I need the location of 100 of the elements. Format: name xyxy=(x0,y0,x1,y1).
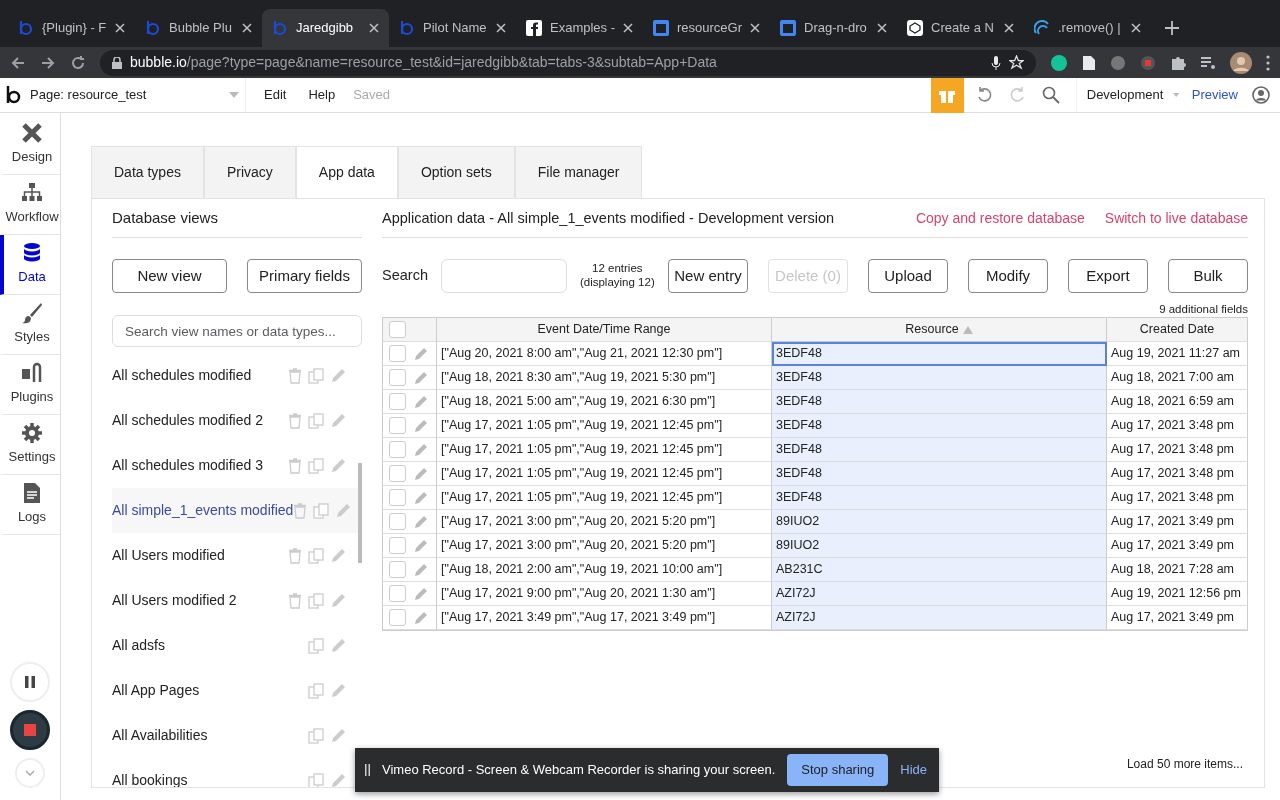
table-cell[interactable]: ["Aug 18, 2021 8:30 am","Aug 19, 2021 5:30 pm"] xyxy=(437,366,772,390)
star-icon[interactable] xyxy=(1009,55,1024,70)
column-header[interactable]: Event Date/Time Range xyxy=(437,318,772,342)
action-button[interactable]: Modify xyxy=(968,259,1048,293)
gift-button[interactable] xyxy=(930,77,964,113)
trash-icon[interactable] xyxy=(288,457,302,474)
trash-icon[interactable] xyxy=(288,547,302,564)
trash-icon[interactable] xyxy=(288,592,302,609)
puzzle-icon[interactable] xyxy=(1170,54,1186,71)
pencil-icon[interactable] xyxy=(414,586,428,601)
close-icon[interactable] xyxy=(496,23,506,33)
row-checkbox[interactable] xyxy=(389,609,406,626)
table-cell[interactable]: Aug 17, 2021 3:48 pm xyxy=(1107,486,1248,510)
view-button[interactable]: New view xyxy=(112,259,227,293)
search-field[interactable] xyxy=(440,259,567,293)
address-bar[interactable]: bubble.io/page?type=page&name=resource_test&id=jaredgibb&tab=tabs-3&subtab=App+Data xyxy=(100,49,1036,76)
trash-icon[interactable] xyxy=(288,367,302,384)
tab[interactable]: App data xyxy=(295,146,398,198)
browser-tab[interactable]: Bubble Plu xyxy=(135,9,262,47)
tab[interactable]: File manager xyxy=(514,146,643,198)
browser-tab[interactable]: Pilot Name xyxy=(389,9,516,47)
row-checkbox[interactable] xyxy=(389,585,406,602)
action-button[interactable]: New entry xyxy=(668,259,748,293)
pencil-icon[interactable] xyxy=(330,412,346,429)
sidebar-item[interactable]: Data xyxy=(0,235,60,295)
row-checkbox[interactable] xyxy=(389,465,406,482)
pencil-icon[interactable] xyxy=(330,457,346,474)
pencil-icon[interactable] xyxy=(414,394,428,409)
close-icon[interactable] xyxy=(623,23,633,33)
table-cell[interactable]: ["Aug 18, 2021 5:00 am","Aug 19, 2021 6:30 pm"] xyxy=(437,390,772,414)
table-cell[interactable]: Aug 18, 2021 6:59 am xyxy=(1107,390,1248,414)
scrollbar[interactable] xyxy=(358,463,362,563)
view-list-item[interactable]: All Users modified 2 xyxy=(112,578,362,623)
view-list-item[interactable]: All Users modified xyxy=(112,533,362,578)
pencil-icon[interactable] xyxy=(330,547,346,564)
copy-icon[interactable] xyxy=(308,457,324,474)
pencil-icon[interactable] xyxy=(414,562,428,577)
pencil-icon[interactable] xyxy=(330,727,346,744)
expand-button[interactable] xyxy=(15,758,45,788)
close-icon[interactable] xyxy=(877,23,887,33)
hide-button[interactable]: Hide xyxy=(900,760,928,780)
database-link[interactable]: Copy and restore database xyxy=(915,208,1085,229)
table-cell[interactable]: 3EDF48 xyxy=(772,414,1107,438)
column-header[interactable]: Resource xyxy=(772,318,1107,342)
sidebar-item[interactable]: Design xyxy=(0,115,60,175)
table-cell[interactable]: 3EDF48 xyxy=(772,342,1107,366)
table-cell[interactable]: ["Aug 20, 2021 8:00 am","Aug 21, 2021 12:30 pm"] xyxy=(437,342,772,366)
action-button[interactable]: Export xyxy=(1068,259,1148,293)
copy-icon[interactable] xyxy=(308,592,324,609)
browser-tab[interactable]: .remove() | xyxy=(1024,9,1151,47)
page-dropdown[interactable]: Page: resource_test xyxy=(26,78,246,112)
view-list-item[interactable]: All bookings xyxy=(112,758,362,787)
view-list-item[interactable]: All Availabilities xyxy=(112,713,362,758)
back-icon[interactable] xyxy=(10,54,26,71)
view-list-item[interactable]: All adsfs xyxy=(112,623,362,668)
forward-icon[interactable] xyxy=(40,54,56,71)
close-icon[interactable] xyxy=(1004,23,1014,33)
new-tab-icon[interactable] xyxy=(1165,21,1179,35)
menu-item[interactable]: Help xyxy=(308,85,336,105)
table-cell[interactable]: Aug 18, 2021 7:00 am xyxy=(1107,366,1248,390)
copy-icon[interactable] xyxy=(308,727,324,744)
menu-item[interactable]: Edit xyxy=(264,85,287,105)
sidebar-item[interactable]: Plugins xyxy=(0,355,60,415)
pencil-icon[interactable] xyxy=(414,466,428,481)
view-list-item[interactable]: All App Pages xyxy=(112,668,362,713)
preview-link[interactable]: Preview xyxy=(1191,85,1238,105)
table-cell[interactable]: 89IUO2 xyxy=(772,534,1107,558)
browser-tab[interactable]: resourceGr xyxy=(643,9,770,47)
close-icon[interactable] xyxy=(1131,23,1141,33)
pencil-icon[interactable] xyxy=(330,637,346,654)
table-cell[interactable]: ["Aug 17, 2021 1:05 pm","Aug 19, 2021 12:45 pm"] xyxy=(437,486,772,510)
close-icon[interactable] xyxy=(369,23,379,33)
reload-icon[interactable] xyxy=(70,54,86,71)
view-list-item[interactable]: All schedules modified 3 xyxy=(112,443,362,488)
close-icon[interactable] xyxy=(115,23,125,33)
trash-icon[interactable] xyxy=(288,412,302,429)
row-checkbox[interactable] xyxy=(389,537,406,554)
browser-tab[interactable]: Create a N xyxy=(897,9,1024,47)
avatar-icon[interactable] xyxy=(1230,51,1252,74)
sidebar-item[interactable]: Logs xyxy=(0,475,60,535)
search-field[interactable]: Search view names or data types... xyxy=(112,315,362,347)
copy-icon[interactable] xyxy=(308,547,324,564)
pencil-icon[interactable] xyxy=(414,442,428,457)
microphone-icon[interactable] xyxy=(991,55,1001,70)
drag-handle-icon[interactable] xyxy=(365,764,370,776)
pencil-icon[interactable] xyxy=(330,682,346,699)
pencil-icon[interactable] xyxy=(330,772,346,787)
copy-icon[interactable] xyxy=(308,412,324,429)
database-link[interactable]: Switch to live database xyxy=(1104,208,1248,229)
table-cell[interactable]: Aug 17, 2021 3:48 pm xyxy=(1107,414,1248,438)
row-checkbox[interactable] xyxy=(389,489,406,506)
tab[interactable]: Privacy xyxy=(203,146,296,198)
table-cell[interactable]: ["Aug 17, 2021 9:00 pm","Aug 20, 2021 1:30 am"] xyxy=(437,582,772,606)
table-cell[interactable]: 3EDF48 xyxy=(772,390,1107,414)
search-icon[interactable] xyxy=(1041,86,1060,104)
action-button[interactable]: Upload xyxy=(868,259,948,293)
view-list-item[interactable]: All schedules modified xyxy=(112,353,362,398)
action-button[interactable]: Bulk xyxy=(1168,259,1248,293)
table-cell[interactable]: ["Aug 17, 2021 3:49 pm","Aug 17, 2021 3:49 pm"] xyxy=(437,606,772,630)
table-cell[interactable]: ["Aug 17, 2021 3:00 pm","Aug 20, 2021 5:20 pm"] xyxy=(437,510,772,534)
